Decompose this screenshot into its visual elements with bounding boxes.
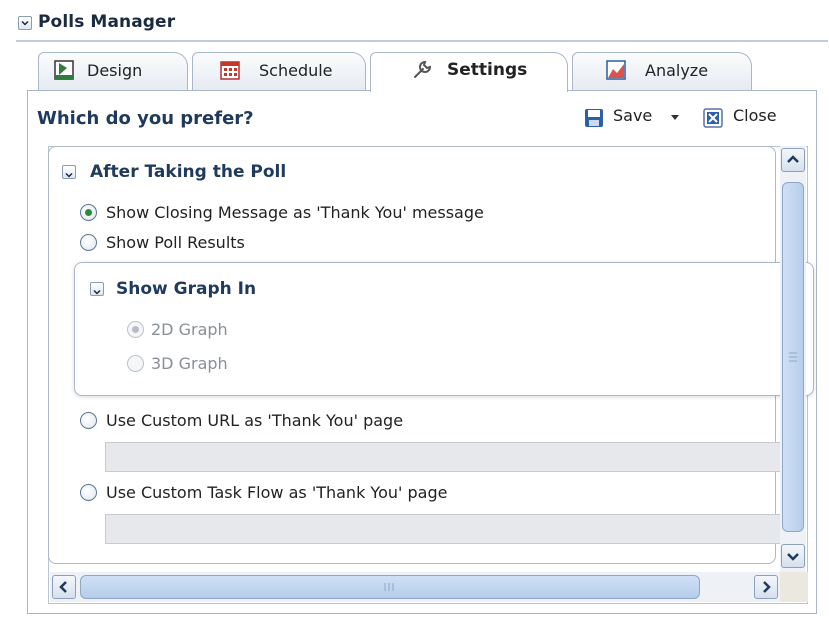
radio-custom-url[interactable] [80, 412, 97, 429]
graph-title: Show Graph In [116, 279, 257, 299]
option-label: Use Custom URL as 'Thank You' page [106, 411, 404, 430]
option-label: Show Closing Message as 'Thank You' mess… [106, 203, 484, 222]
custom-taskflow-field[interactable] [105, 514, 785, 544]
close-icon[interactable] [702, 107, 724, 129]
scroll-down-button[interactable] [781, 544, 805, 568]
panel-title: Which do you prefer? [37, 108, 254, 129]
window-title: Polls Manager [38, 12, 176, 32]
tab-analyze[interactable]: Analyze [572, 52, 752, 90]
collapse-toggle-icon[interactable] [18, 16, 32, 30]
tab-settings[interactable]: Settings [370, 52, 568, 92]
option-label: 3D Graph [151, 354, 228, 373]
radio-poll-results[interactable] [80, 234, 97, 251]
tab-schedule[interactable]: Schedule [192, 52, 366, 90]
tab-schedule-label: Schedule [259, 61, 333, 80]
title-divider [16, 40, 828, 42]
collapse-toggle-icon[interactable] [62, 165, 76, 179]
horizontal-scroll-thumb[interactable] [80, 575, 700, 599]
option-label: Show Poll Results [106, 233, 245, 252]
option-label: 2D Graph [151, 320, 228, 339]
vertical-scroll-thumb[interactable] [782, 182, 804, 532]
scroll-left-button[interactable] [52, 575, 76, 599]
after-poll-title: After Taking the Poll [90, 162, 287, 182]
radio-2d-graph[interactable] [127, 321, 144, 338]
radio-closing-message[interactable] [80, 204, 97, 221]
chart-icon [606, 60, 626, 80]
tab-design-label: Design [87, 61, 143, 80]
chevron-down-icon[interactable] [670, 114, 680, 122]
save-icon[interactable] [583, 107, 605, 129]
scroll-right-button[interactable] [754, 575, 778, 599]
design-icon [54, 60, 74, 80]
scroll-up-button[interactable] [781, 148, 805, 172]
calendar-icon [220, 61, 240, 80]
save-button[interactable]: Save [613, 106, 652, 125]
custom-url-field[interactable] [105, 442, 785, 472]
option-label: Use Custom Task Flow as 'Thank You' page [106, 483, 448, 502]
tab-analyze-label: Analyze [645, 61, 709, 80]
tab-settings-label: Settings [447, 60, 528, 80]
scroll-corner [780, 572, 808, 602]
radio-custom-taskflow[interactable] [80, 484, 97, 501]
radio-3d-graph[interactable] [127, 355, 144, 372]
close-button[interactable]: Close [733, 106, 777, 125]
collapse-toggle-icon[interactable] [90, 282, 104, 296]
tab-design[interactable]: Design [38, 52, 188, 90]
wrench-icon [414, 60, 432, 78]
